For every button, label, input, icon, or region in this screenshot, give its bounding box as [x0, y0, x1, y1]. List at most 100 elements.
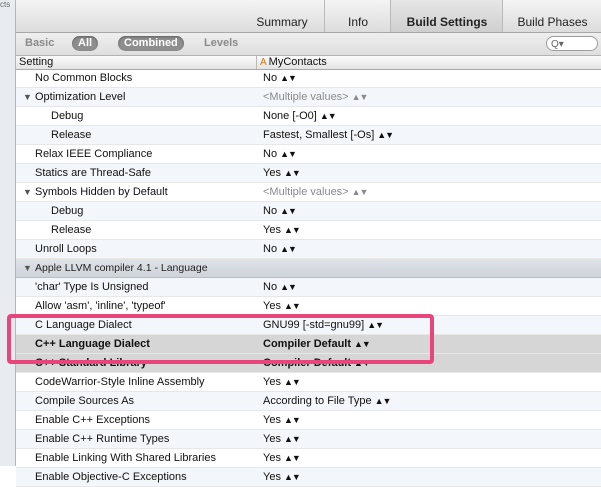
setting-value-popup[interactable]: No ▲▼	[263, 145, 297, 163]
setting-name: Symbols Hidden by Default	[35, 186, 168, 198]
setting-row[interactable]: Release Yes ▲▼	[16, 221, 601, 240]
setting-row[interactable]: ▼ Symbols Hidden by Default <Multiple valu…	[16, 183, 601, 202]
popup-arrows-icon: ▲▼	[351, 92, 369, 102]
setting-row[interactable]: Release Fastest, Smallest [-Os] ▲▼	[16, 126, 601, 145]
popup-arrows-icon: ▲▼	[374, 396, 392, 406]
setting-name: Debug	[51, 205, 84, 217]
setting-value-popup[interactable]: Yes ▲▼	[263, 373, 301, 391]
setting-value-popup[interactable]: Yes ▲▼	[263, 411, 301, 429]
setting-name: Relax IEEE Compliance	[35, 148, 153, 160]
filter-levels-button[interactable]: Levels	[198, 36, 244, 51]
setting-value-text: Yes	[263, 452, 281, 464]
popup-arrows-icon: ▲▼	[283, 377, 301, 387]
popup-arrows-icon: ▲▼	[283, 168, 301, 178]
setting-name: Debug	[51, 110, 84, 122]
setting-value-text: No	[263, 243, 278, 255]
setting-row[interactable]: Enable C++ Runtime Types Yes ▲▼	[16, 430, 601, 449]
setting-row[interactable]: Enable Linking With Shared Libraries Yes ▲…	[16, 449, 601, 468]
tab-info[interactable]: Info	[324, 0, 391, 32]
sidebar-label: cts	[0, 0, 11, 9]
filter-all-button[interactable]: All	[72, 36, 99, 51]
popup-arrows-icon: ▲▼	[283, 225, 301, 235]
setting-value-popup[interactable]: No ▲▼	[263, 69, 297, 87]
setting-row[interactable]: CodeWarrior-Style Inline Assembly Yes ▲▼	[16, 373, 601, 392]
project-navigator-sidebar: cts	[0, 0, 16, 466]
setting-name: Enable Objective-C Exceptions	[35, 471, 187, 483]
setting-value-popup[interactable]: No ▲▼	[263, 240, 297, 258]
column-header-target[interactable]: A MyContacts	[256, 56, 327, 69]
setting-row[interactable]: No Common Blocks No ▲▼	[16, 69, 601, 88]
settings-section-header[interactable]: ▼ Apple LLVM compiler 4.1 - Language	[16, 259, 601, 278]
popup-arrows-icon: ▲▼	[319, 111, 337, 121]
setting-value-text: Fastest, Smallest [-Os]	[263, 129, 375, 141]
setting-name: Enable C++ Runtime Types	[35, 433, 170, 445]
filter-combined-button[interactable]: Combined	[118, 36, 184, 51]
popup-arrows-icon: ▲▼	[280, 73, 297, 83]
setting-row[interactable]: Unroll Loops No ▲▼	[16, 240, 601, 259]
setting-value-popup[interactable]: No ▲▼	[263, 202, 297, 220]
settings-filter-bar: Basic All Combined Levels Q▾	[16, 33, 601, 56]
setting-value-text: No	[263, 281, 278, 293]
setting-row[interactable]: ▼ Optimization Level <Multiple values> ▲▼	[16, 88, 601, 107]
setting-value-popup[interactable]: Yes ▲▼	[263, 297, 301, 315]
setting-row[interactable]: Statics are Thread-Safe Yes ▲▼	[16, 164, 601, 183]
setting-value-popup[interactable]: Yes ▲▼	[263, 449, 301, 467]
setting-value-popup[interactable]: No ▲▼	[263, 278, 297, 296]
setting-value-text: No	[263, 205, 278, 217]
build-settings-editor: Summary Info Build Settings Build Phases…	[16, 0, 601, 487]
setting-name: Release	[51, 224, 92, 236]
disclosure-triangle-icon[interactable]: ▼	[23, 88, 32, 106]
setting-value-text: Yes	[263, 414, 281, 426]
setting-row[interactable]: Debug No ▲▼	[16, 202, 601, 221]
popup-arrows-icon: ▲▼	[280, 244, 297, 254]
setting-value-popup[interactable]: According to File Type ▲▼	[263, 392, 392, 410]
popup-arrows-icon: ▲▼	[283, 472, 301, 482]
setting-name: Apple LLVM compiler 4.1 - Language	[35, 262, 208, 274]
settings-search-field[interactable]: Q▾	[546, 36, 598, 51]
setting-value-popup[interactable]: <Multiple values> ▲▼	[263, 183, 368, 201]
setting-row[interactable]: Debug None [-O0] ▲▼	[16, 107, 601, 126]
disclosure-triangle-icon[interactable]: ▼	[23, 183, 32, 201]
search-icon: Q▾	[551, 39, 564, 50]
setting-row[interactable]: Enable Objective-C Exceptions Yes ▲▼	[16, 468, 601, 487]
setting-value-text: None [-O0]	[263, 110, 317, 122]
setting-value-popup[interactable]: Yes ▲▼	[263, 164, 301, 182]
tab-build-settings[interactable]: Build Settings	[390, 0, 503, 32]
setting-value-popup[interactable]: <Multiple values> ▲▼	[263, 88, 369, 106]
setting-value-text: Yes	[263, 300, 281, 312]
setting-value-popup[interactable]: Yes ▲▼	[263, 468, 301, 486]
setting-value-text: <Multiple values>	[263, 186, 349, 198]
setting-row[interactable]: Enable C++ Exceptions Yes ▲▼	[16, 411, 601, 430]
settings-list: No Common Blocks No ▲▼ ▼ Optimization Level <…	[16, 69, 601, 487]
popup-arrows-icon: ▲▼	[377, 130, 394, 140]
popup-arrows-icon: ▲▼	[283, 415, 301, 425]
popup-arrows-icon: ▲▼	[280, 149, 297, 159]
setting-value-text: Yes	[263, 471, 281, 483]
setting-value-text: No	[263, 148, 278, 160]
setting-value-popup[interactable]: Yes ▲▼	[263, 430, 301, 448]
setting-name: Release	[51, 129, 92, 141]
setting-name: Enable C++ Exceptions	[35, 414, 150, 426]
setting-value-popup[interactable]: Yes ▲▼	[263, 221, 301, 239]
setting-row[interactable]: Relax IEEE Compliance No ▲▼	[16, 145, 601, 164]
setting-value-text: Yes	[263, 433, 281, 445]
disclosure-triangle-icon[interactable]: ▼	[23, 259, 32, 277]
setting-value-text: No	[263, 72, 278, 84]
setting-name: No Common Blocks	[35, 72, 133, 84]
setting-name: Allow 'asm', 'inline', 'typeof'	[35, 300, 166, 312]
settings-column-header: Setting A MyContacts	[16, 56, 601, 70]
popup-arrows-icon: ▲▼	[280, 206, 297, 216]
tab-build-phases[interactable]: Build Phases	[502, 0, 601, 32]
setting-value-popup[interactable]: Fastest, Smallest [-Os] ▲▼	[263, 126, 394, 144]
setting-name: Optimization Level	[35, 91, 126, 103]
setting-name: Compile Sources As	[35, 395, 135, 407]
setting-row[interactable]: Compile Sources As According to File Type…	[16, 392, 601, 411]
filter-basic-button[interactable]: Basic	[19, 36, 60, 51]
column-header-setting[interactable]: Setting	[19, 56, 53, 69]
setting-value-popup[interactable]: None [-O0] ▲▼	[263, 107, 337, 125]
setting-value-text: Yes	[263, 167, 281, 179]
setting-row[interactable]: 'char' Type Is Unsigned No ▲▼	[16, 278, 601, 297]
popup-arrows-icon: ▲▼	[283, 301, 301, 311]
setting-name: CodeWarrior-Style Inline Assembly	[35, 376, 205, 388]
tab-summary[interactable]: Summary	[240, 0, 324, 32]
